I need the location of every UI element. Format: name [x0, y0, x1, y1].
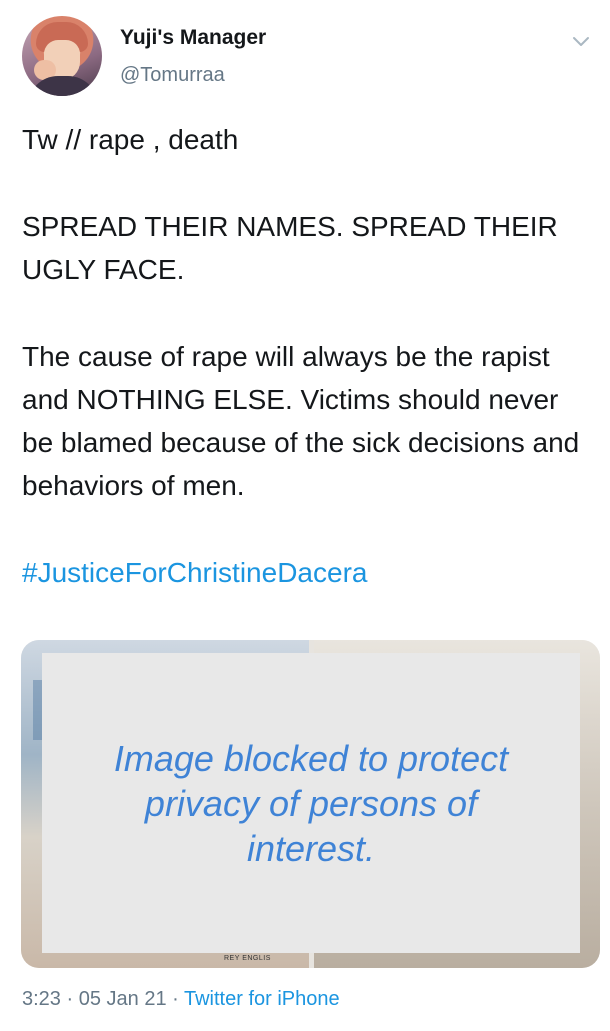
tweet-paragraph: SPREAD THEIR NAMES. SPREAD THEIR UGLY FA… — [22, 211, 558, 285]
chevron-down-icon[interactable] — [570, 30, 592, 52]
tweet-date[interactable]: 05 Jan 21 — [79, 988, 167, 1010]
tweet-time[interactable]: 3:23 — [22, 988, 61, 1010]
meta-separator: · — [166, 988, 184, 1010]
avatar[interactable] — [22, 16, 102, 96]
tweet-source-link[interactable]: Twitter for iPhone — [184, 988, 340, 1010]
tweet-header: Yuji's Manager @Tomurraa — [22, 16, 592, 100]
media-grid[interactable]: REY ENGLIS Image blocked to protect priv… — [21, 640, 600, 968]
author-name[interactable]: Yuji's Manager — [120, 26, 266, 50]
blocked-message: Image blocked to protect privacy of pers… — [113, 737, 509, 869]
tweet-body: Tw // rape , death SPREAD THEIR NAMES. S… — [22, 118, 588, 594]
meta-separator: · — [60, 988, 79, 1010]
tweet-meta: 3:23 · 05 Jan 21 · Twitter for iPhone — [22, 988, 340, 1011]
privacy-block-overlay: Image blocked to protect privacy of pers… — [42, 653, 580, 953]
media-caption: REY ENGLIS — [224, 955, 271, 962]
avatar-body — [28, 76, 98, 96]
tweet-paragraph: The cause of rape will always be the rap… — [22, 341, 580, 501]
hashtag-link[interactable]: #JusticeForChristineDacera — [22, 551, 588, 594]
tweet-paragraph: Tw // rape , death — [22, 124, 239, 155]
author-handle[interactable]: @Tomurraa — [120, 64, 225, 87]
